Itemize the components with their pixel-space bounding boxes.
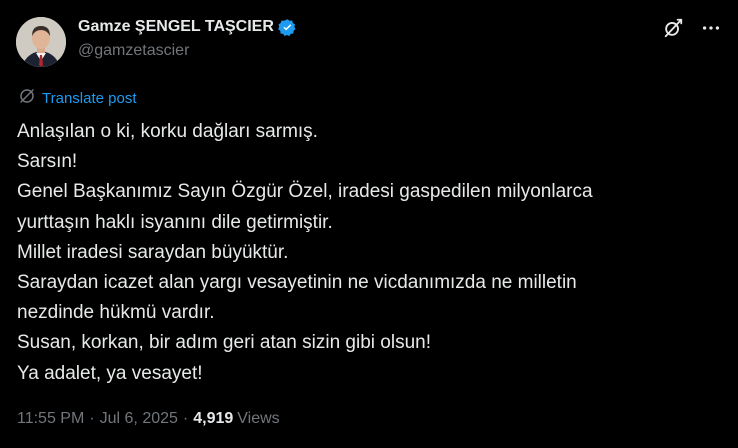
post-date[interactable]: Jul 6, 2025 <box>100 410 178 428</box>
post-line: Genel Başkanımız Sayın Özgür Özel, irade… <box>17 181 593 203</box>
post-meta: 11:55 PM · Jul 6, 2025 · 4,919 Views <box>17 410 280 428</box>
translate-post-label: Translate post <box>42 90 137 107</box>
avatar[interactable] <box>16 17 66 67</box>
author-block: Gamze ŞENGEL TAŞCIER @gamzetascier <box>78 16 297 60</box>
verified-badge-icon[interactable] <box>278 18 297 37</box>
tweet: Gamze ŞENGEL TAŞCIER @gamzetascier Trans… <box>0 0 738 448</box>
grok-icon[interactable] <box>662 17 684 39</box>
meta-separator: · <box>182 410 189 427</box>
post-line: Sarsın! <box>17 151 78 173</box>
post-body: Anlaşılan o ki, korku dağları sarmış. Sa… <box>17 117 717 389</box>
display-name[interactable]: Gamze ŞENGEL TAŞCIER <box>78 18 274 36</box>
post-line: nezdinde hükmü vardır. <box>17 302 215 324</box>
avatar-photo <box>16 17 66 67</box>
handle[interactable]: @gamzetascier <box>78 42 297 60</box>
translate-globe-icon <box>18 87 36 110</box>
translate-post-link[interactable]: Translate post <box>18 87 137 110</box>
top-actions <box>662 17 722 39</box>
views-label: Views <box>237 410 280 427</box>
name-row: Gamze ŞENGEL TAŞCIER <box>78 16 297 38</box>
post-line: Susan, korkan, bir adım geri atan sizin … <box>17 332 431 354</box>
meta-separator: · <box>89 410 95 427</box>
post-line: Anlaşılan o ki, korku dağları sarmış. <box>17 121 318 142</box>
post-line: Millet iradesi saraydan büyüktür. <box>17 241 289 263</box>
post-line: yurttaşın haklı isyanını dile getirmişti… <box>17 211 333 233</box>
more-icon[interactable] <box>700 17 722 39</box>
post-line: Ya adalet, ya vesayet! <box>17 362 203 384</box>
views-count[interactable]: 4,919 <box>193 410 233 428</box>
post-line: Saraydan icazet alan yargı vesayetinin n… <box>17 272 577 294</box>
post-time[interactable]: 11:55 PM <box>17 410 84 428</box>
